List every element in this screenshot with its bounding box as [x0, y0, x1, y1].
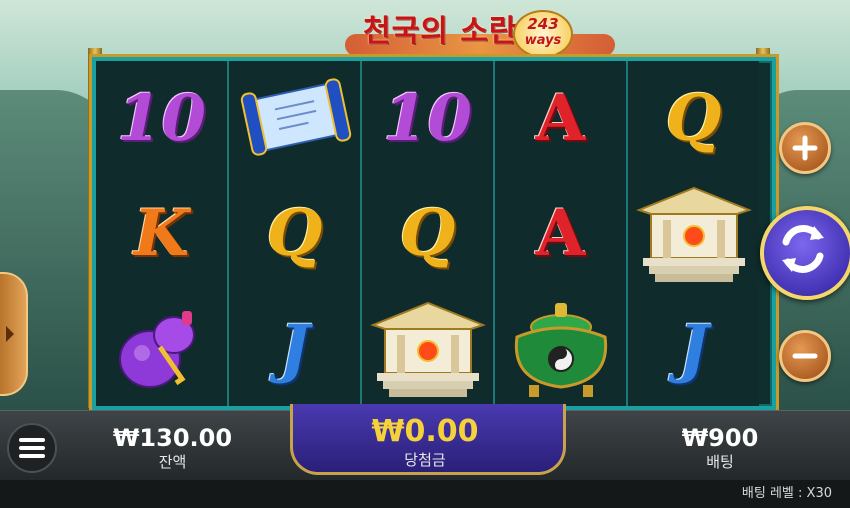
- symbol-j: J: [279, 310, 310, 386]
- reel-cell: [229, 61, 360, 176]
- reel-cell: 10: [362, 61, 493, 176]
- reel-cell: K: [96, 176, 227, 291]
- reel-cell: Q: [628, 61, 759, 176]
- refresh-icon: [782, 225, 824, 273]
- symbol-a: A: [535, 80, 586, 156]
- reel-cell: [495, 291, 626, 406]
- reel-3: 10 Q: [362, 61, 495, 406]
- chevron-right-icon: [6, 326, 14, 342]
- ways-badge: 243 ways: [513, 10, 573, 58]
- balance-display: ₩130.00 잔액: [100, 424, 245, 472]
- ways-number: 243: [527, 15, 559, 33]
- reel-cell: J: [628, 291, 759, 406]
- plus-icon: [792, 135, 818, 161]
- spin-button[interactable]: [760, 206, 850, 300]
- symbol-10: 10: [116, 80, 207, 156]
- win-value: ₩0.00: [371, 414, 479, 449]
- win-display: ₩0.00 당첨금: [290, 414, 560, 470]
- decrease-bet-button[interactable]: [779, 330, 831, 382]
- symbol-j: J: [678, 310, 709, 386]
- bet-display: ₩900 배팅: [660, 424, 780, 472]
- bet-value: ₩900: [681, 424, 759, 452]
- balance-value: ₩130.00: [112, 424, 233, 452]
- game-logo: 천국의 소란 243 ways: [345, 4, 615, 60]
- symbol-q: Q: [266, 195, 323, 271]
- reel-cell: J: [229, 291, 360, 406]
- ways-word: ways: [524, 33, 562, 48]
- minus-icon: [792, 353, 818, 359]
- symbol-q: Q: [399, 195, 456, 271]
- gourd-icon: [118, 310, 195, 388]
- hamburger-icon: [19, 438, 45, 442]
- temple-icon: [635, 186, 752, 282]
- scroll-icon: [240, 77, 351, 156]
- game-title: 천국의 소란: [363, 14, 518, 49]
- reel-cell: 10: [96, 61, 227, 176]
- symbol-10: 10: [382, 80, 473, 156]
- bet-level-label: 배팅 레벨 :: [741, 486, 803, 501]
- reel-cell: [362, 291, 493, 406]
- reel-2: Q J: [229, 61, 362, 406]
- reel-5: Q J: [628, 61, 759, 406]
- reel-4: A A: [495, 61, 628, 406]
- side-panel-toggle[interactable]: [0, 272, 28, 396]
- increase-bet-button[interactable]: [779, 122, 831, 174]
- reel-cell: Q: [229, 176, 360, 291]
- reel-cell: [628, 176, 759, 291]
- symbol-a: A: [535, 195, 586, 271]
- footer-bar: [0, 480, 850, 508]
- bet-level-display: 배팅 레벨 : X30: [742, 482, 832, 501]
- reel-cell: [96, 291, 227, 406]
- balance-label: 잔액: [158, 453, 187, 471]
- menu-button[interactable]: [7, 423, 57, 473]
- reel-1: 10 K: [96, 61, 229, 406]
- temple-icon: [369, 301, 486, 397]
- win-label: 당첨금: [404, 451, 446, 469]
- reel-cell: A: [495, 61, 626, 176]
- symbol-q: Q: [665, 80, 722, 156]
- bet-level-value: X30: [806, 486, 832, 501]
- cauldron-icon: [514, 302, 607, 397]
- reel-cell: A: [495, 176, 626, 291]
- reel-cell: Q: [362, 176, 493, 291]
- bet-label: 배팅: [706, 453, 734, 471]
- reel-grid: 10 K Q J 10 Q A A Q J: [92, 57, 776, 410]
- symbol-k: K: [133, 195, 190, 271]
